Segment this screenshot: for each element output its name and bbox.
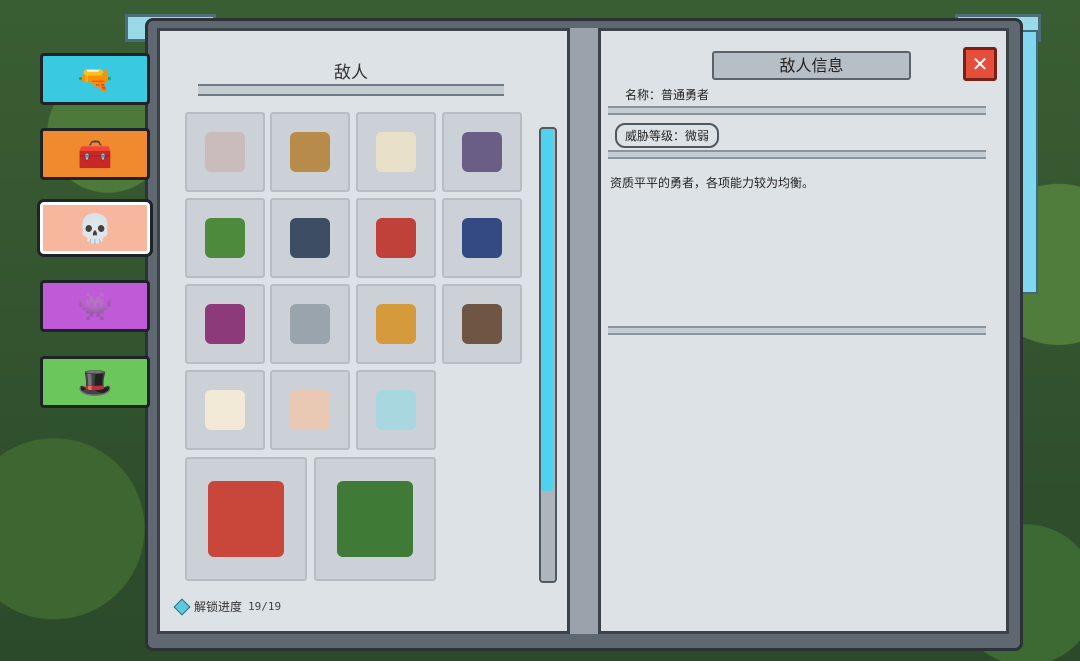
enemy-card[interactable]: [185, 198, 265, 278]
enemy-card[interactable]: [185, 284, 265, 364]
divider: [608, 326, 986, 335]
enemy-sprite: [376, 218, 416, 258]
threat-level-badge: 威胁等级：微弱: [615, 123, 720, 148]
enemy-sprite: [290, 132, 330, 172]
title-divider: [198, 84, 504, 96]
enemy-sprite: [462, 304, 502, 344]
enemy-card[interactable]: [270, 284, 350, 364]
enemy-sprite: [205, 132, 245, 172]
enemy-card[interactable]: [185, 370, 265, 450]
enemy-sprite: [205, 304, 245, 344]
enemy-sprite: [376, 132, 416, 172]
enemy-sprite: [290, 218, 330, 258]
enemy-description: 资质平平的勇者，各项能力较为均衡。: [610, 176, 815, 190]
enemy-card[interactable]: [442, 198, 522, 278]
skull-icon: 💀: [77, 211, 113, 245]
enemy-card-large[interactable]: [314, 457, 436, 581]
divider: [608, 150, 986, 159]
demon-icon: 👾: [77, 289, 113, 323]
enemy-sprite: [337, 481, 413, 557]
enemy-sprite: [290, 390, 330, 430]
enemy-card[interactable]: [442, 112, 522, 192]
enemy-card[interactable]: [270, 112, 350, 192]
enemy-sprite: [376, 304, 416, 344]
enemy-card[interactable]: [185, 112, 265, 192]
enemy-sprite: [205, 390, 245, 430]
enemy-card[interactable]: [356, 112, 436, 192]
tab-chests[interactable]: 🧰: [40, 128, 150, 180]
enemy-card[interactable]: [270, 198, 350, 278]
progress-value: 19/19: [248, 600, 282, 613]
progress-label: 解锁进度: [194, 600, 243, 614]
enemy-sprite: [208, 481, 284, 557]
enemy-sprite: [462, 132, 502, 172]
hat-icon: 🎩: [77, 365, 113, 399]
unlock-progress: 解锁进度 19/19: [173, 598, 282, 615]
enemy-card[interactable]: [356, 370, 436, 450]
enemy-sprite: [290, 304, 330, 344]
tab-enemies[interactable]: 💀: [40, 202, 150, 254]
enemy-card-large[interactable]: [185, 457, 307, 581]
scrollbar-thumb[interactable]: [541, 129, 553, 491]
gun-icon: 🔫: [77, 62, 113, 96]
enemy-card[interactable]: [356, 284, 436, 364]
enemy-card[interactable]: [356, 198, 436, 278]
close-button[interactable]: ✕: [963, 47, 997, 81]
tab-npcs[interactable]: 🎩: [40, 356, 150, 408]
tab-bosses[interactable]: 👾: [40, 280, 150, 332]
enemy-sprite: [205, 218, 245, 258]
enemy-card[interactable]: [442, 284, 522, 364]
page-title-enemies: 敌人: [334, 63, 368, 83]
enemy-card[interactable]: [270, 370, 350, 450]
enemy-sprite: [462, 218, 502, 258]
close-icon: ✕: [971, 52, 989, 76]
info-title: 敌人信息: [712, 51, 911, 80]
chest-icon: 🧰: [77, 137, 113, 171]
tab-weapons[interactable]: 🔫: [40, 53, 150, 105]
enemy-name: 名称：普通勇者: [625, 88, 710, 102]
divider: [608, 106, 986, 115]
diamond-icon: [173, 598, 191, 615]
enemy-sprite: [376, 390, 416, 430]
